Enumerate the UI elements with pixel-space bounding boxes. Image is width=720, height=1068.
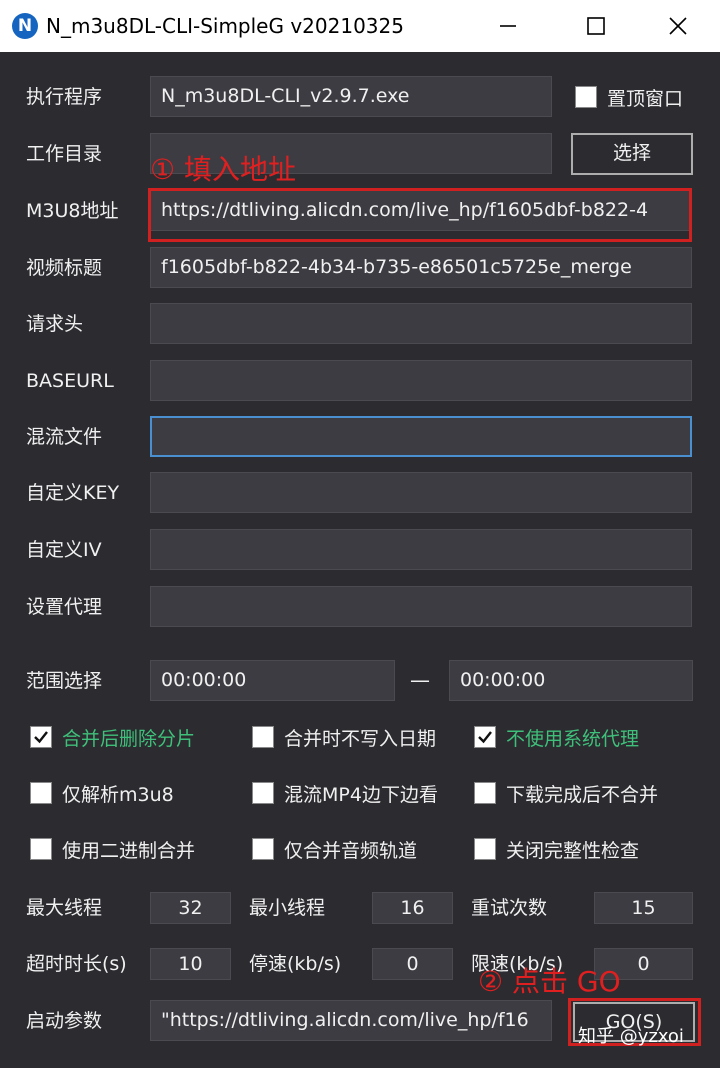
watermark: 知乎 @yzxoi bbox=[578, 1026, 684, 1047]
checkbox-box bbox=[474, 782, 496, 804]
option-label: 关闭完整性检查 bbox=[506, 839, 640, 862]
option-label: 下载完成后不合并 bbox=[506, 783, 659, 806]
max-threads-label: 最大线程 bbox=[26, 897, 103, 919]
window-title: N_m3u8DL-CLI-SimpleG v20210325 bbox=[46, 14, 404, 38]
title-bar: N N_m3u8DL-CLI-SimpleG v20210325 bbox=[0, 0, 720, 52]
option-label: 混流MP4边下边看 bbox=[284, 783, 438, 806]
checkbox-box bbox=[474, 726, 496, 748]
checkbox-box bbox=[252, 838, 274, 860]
timeout-label: 超时时长(s) bbox=[26, 953, 127, 975]
range-end-input[interactable]: 00:00:00 bbox=[449, 660, 693, 701]
option-label: 使用二进制合并 bbox=[62, 839, 196, 862]
close-button[interactable] bbox=[650, 0, 706, 52]
range-start-input[interactable]: 00:00:00 bbox=[150, 660, 395, 701]
timeout-input[interactable]: 10 bbox=[150, 948, 231, 980]
baseurl-input[interactable] bbox=[150, 360, 692, 401]
mux-label: 混流文件 bbox=[26, 426, 103, 448]
checkbox-box bbox=[30, 782, 52, 804]
proxy-label: 设置代理 bbox=[26, 596, 103, 618]
workdir-label: 工作目录 bbox=[26, 143, 103, 165]
baseurl-label: BASEURL bbox=[26, 370, 114, 392]
checkbox-box bbox=[474, 838, 496, 860]
topmost-label: 置顶窗口 bbox=[607, 87, 684, 110]
option-no-date[interactable]: 合并时不写入日期 bbox=[252, 717, 436, 757]
checkbox-box bbox=[30, 838, 52, 860]
range-label: 范围选择 bbox=[26, 670, 103, 692]
close-icon bbox=[669, 17, 687, 35]
option-label: 仅解析m3u8 bbox=[62, 783, 174, 806]
option-binary-merge[interactable]: 使用二进制合并 bbox=[30, 829, 195, 869]
annotation-step-2: ② 点击 GO bbox=[478, 965, 621, 998]
checkbox-box bbox=[252, 782, 274, 804]
annotation-step-1: ① 填入地址 bbox=[150, 153, 297, 186]
iv-label: 自定义IV bbox=[26, 539, 102, 561]
m3u8-url-input[interactable]: https://dtliving.alicdn.com/live_hp/f160… bbox=[150, 190, 692, 231]
retries-input[interactable]: 15 bbox=[594, 892, 693, 924]
checkbox-box bbox=[30, 726, 52, 748]
launch-label: 启动参数 bbox=[26, 1010, 103, 1032]
maximize-icon bbox=[587, 17, 605, 35]
option-label: 合并后删除分片 bbox=[62, 727, 196, 750]
min-threads-input[interactable]: 16 bbox=[372, 892, 453, 924]
option-audio-only[interactable]: 仅合并音频轨道 bbox=[252, 829, 417, 869]
min-threads-label: 最小线程 bbox=[249, 897, 326, 919]
stop-speed-label: 停速(kb/s) bbox=[249, 953, 342, 975]
stop-speed-input[interactable]: 0 bbox=[372, 948, 453, 980]
key-label: 自定义KEY bbox=[26, 482, 120, 504]
app-icon: N bbox=[12, 13, 38, 39]
maximize-button[interactable] bbox=[568, 0, 624, 52]
option-label: 合并时不写入日期 bbox=[284, 727, 437, 750]
launch-params-input[interactable]: "https://dtliving.alicdn.com/live_hp/f16 bbox=[150, 1000, 552, 1041]
option-no-merge[interactable]: 下载完成后不合并 bbox=[474, 773, 658, 813]
headers-input[interactable] bbox=[150, 303, 692, 344]
max-threads-input[interactable]: 32 bbox=[150, 892, 231, 924]
option-mux-live-mp4[interactable]: 混流MP4边下边看 bbox=[252, 773, 438, 813]
title-label: 视频标题 bbox=[26, 257, 103, 279]
choose-button[interactable]: 选择 bbox=[571, 133, 693, 175]
mux-file-input[interactable] bbox=[150, 416, 692, 457]
minimize-icon bbox=[500, 25, 516, 27]
custom-iv-input[interactable] bbox=[150, 529, 692, 570]
option-skip-integrity[interactable]: 关闭完整性检查 bbox=[474, 829, 639, 869]
video-title-input[interactable]: f1605dbf-b822-4b34-b735-e86501c5725e_mer… bbox=[150, 247, 692, 288]
custom-key-input[interactable] bbox=[150, 472, 692, 513]
retries-label: 重试次数 bbox=[471, 897, 548, 919]
exec-field[interactable]: N_m3u8DL-CLI_v2.9.7.exe bbox=[150, 76, 552, 117]
m3u8-label: M3U8地址 bbox=[26, 200, 119, 222]
topmost-checkbox[interactable]: 置顶窗口 bbox=[575, 77, 683, 117]
range-dash: — bbox=[410, 668, 430, 692]
checkbox-box bbox=[252, 726, 274, 748]
checkbox-box bbox=[575, 86, 597, 108]
option-delete-segments[interactable]: 合并后删除分片 bbox=[30, 717, 195, 757]
headers-label: 请求头 bbox=[26, 313, 84, 335]
minimize-button[interactable] bbox=[480, 0, 536, 52]
option-label: 仅合并音频轨道 bbox=[284, 839, 418, 862]
option-parse-only[interactable]: 仅解析m3u8 bbox=[30, 773, 174, 813]
exec-label: 执行程序 bbox=[26, 86, 103, 108]
option-no-system-proxy[interactable]: 不使用系统代理 bbox=[474, 717, 639, 757]
option-label: 不使用系统代理 bbox=[506, 727, 640, 750]
proxy-input[interactable] bbox=[150, 586, 692, 627]
